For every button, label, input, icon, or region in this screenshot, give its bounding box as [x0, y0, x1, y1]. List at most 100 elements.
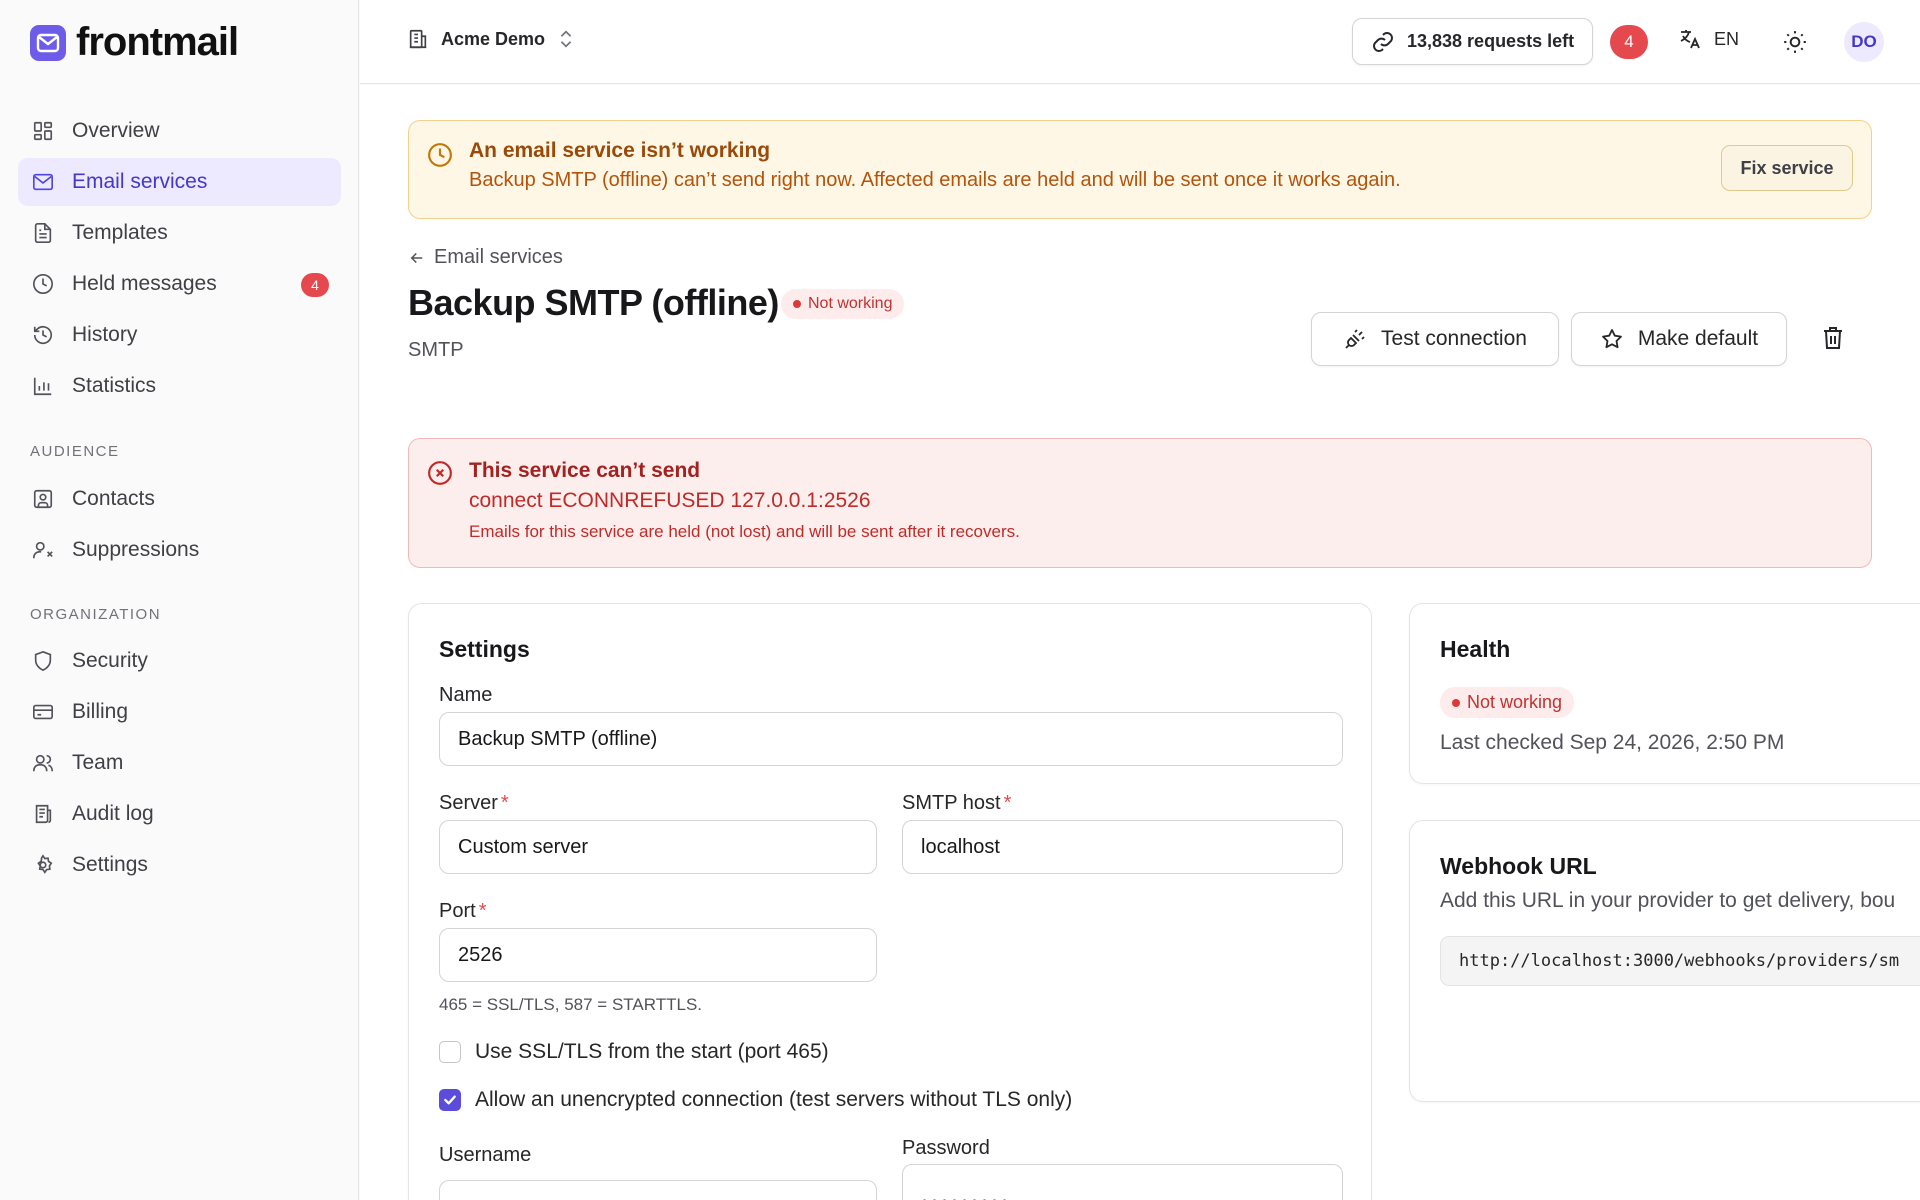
sidebar-item-email-services[interactable]: Email services — [18, 158, 341, 206]
name-input[interactable]: Backup SMTP (offline) — [439, 712, 1343, 766]
password-input[interactable]: ••••••••• — [902, 1164, 1343, 1200]
sidebar-item-label: Email services — [72, 170, 208, 193]
avatar[interactable]: DO — [1844, 22, 1884, 62]
server-select[interactable]: Custom server — [439, 820, 877, 874]
settings-title: Settings — [439, 636, 530, 662]
sidebar-item-suppressions[interactable]: Suppressions — [18, 526, 341, 574]
language-code: EN — [1714, 28, 1740, 49]
health-title: Health — [1440, 636, 1511, 662]
required-mark: * — [500, 792, 509, 814]
warning-title: An email service isn’t working — [469, 139, 771, 162]
server-label: Server * — [439, 792, 509, 815]
port-label-text: Port — [439, 900, 476, 922]
sidebar-item-label: Overview — [72, 119, 160, 142]
ssl-checkbox[interactable]: Use SSL/TLS from the start (port 465) — [439, 1040, 829, 1064]
link-icon — [1371, 30, 1395, 54]
make-default-label: Make default — [1637, 327, 1759, 350]
bar-chart-icon — [30, 373, 56, 399]
trash-icon[interactable] — [1821, 325, 1845, 351]
audience-heading: AUDIENCE — [30, 443, 120, 460]
error-title: This service can’t send — [469, 459, 701, 482]
sidebar-item-label: Audit log — [72, 802, 154, 825]
error-banner: This service can’t send connect ECONNREF… — [408, 438, 1872, 568]
x-circle-icon — [427, 460, 453, 486]
smtp-host-input[interactable]: localhost — [902, 820, 1343, 874]
clock-icon — [30, 271, 56, 297]
sidebar-item-label: Templates — [72, 221, 168, 244]
sidebar-item-templates[interactable]: Templates — [18, 209, 341, 257]
sidebar-item-billing[interactable]: Billing — [18, 688, 341, 736]
fix-service-button[interactable]: Fix service — [1721, 145, 1853, 191]
history-icon — [30, 322, 56, 348]
required-mark: * — [1003, 792, 1012, 814]
sidebar-item-held-messages[interactable]: Held messages 4 — [18, 260, 341, 308]
sidebar-item-overview[interactable]: Overview — [18, 107, 341, 155]
workspace-switcher[interactable]: Acme Demo — [407, 28, 575, 50]
sidebar-item-label: Suppressions — [72, 538, 200, 561]
webhook-description: Add this URL in your provider to get del… — [1440, 889, 1896, 912]
error-note: Emails for this service are held (not lo… — [469, 522, 1020, 541]
health-card: Health Not working Last checked Sep 24, … — [1409, 603, 1920, 784]
logo-text: frontmail — [76, 20, 239, 64]
star-icon — [1600, 327, 1624, 351]
notifications-badge[interactable]: 4 — [1610, 25, 1648, 59]
gear-icon — [30, 852, 56, 878]
clock-warning-icon — [427, 142, 453, 168]
user-x-icon — [30, 537, 56, 563]
webhook-card: Webhook URL Add this URL in your provide… — [1409, 820, 1920, 1102]
password-value: ••••••••• — [921, 1192, 1011, 1200]
sidebar-item-team[interactable]: Team — [18, 739, 341, 787]
main-content: An email service isn’t working Backup SM… — [360, 85, 1920, 1200]
plug-icon — [1343, 327, 1367, 351]
sidebar-item-contacts[interactable]: Contacts — [18, 475, 341, 523]
port-label: Port * — [439, 900, 486, 923]
status-badge: Not working — [781, 289, 905, 319]
sidebar-item-label: Held messages — [72, 272, 217, 295]
test-connection-label: Test connection — [1381, 327, 1527, 350]
organization-nav: Security Billing Team Audit log Settings — [18, 637, 341, 892]
sidebar-item-label: Contacts — [72, 487, 155, 510]
required-mark: * — [478, 900, 487, 922]
language-switcher[interactable]: EN — [1678, 27, 1739, 51]
sidebar-item-statistics[interactable]: Statistics — [18, 362, 341, 410]
username-label: Username — [439, 1144, 532, 1166]
grid-icon — [30, 118, 56, 144]
status-dot — [1452, 698, 1460, 707]
sidebar-item-label: Statistics — [72, 374, 157, 397]
status-dot — [793, 300, 801, 308]
sidebar-item-settings[interactable]: Settings — [18, 841, 341, 889]
unencrypted-checkbox[interactable]: Allow an unencrypted connection (test se… — [439, 1088, 1072, 1112]
organization-heading: ORGANIZATION — [30, 606, 162, 623]
log-icon — [30, 801, 56, 827]
health-status-text: Not working — [1467, 692, 1563, 712]
back-link[interactable]: Email services — [408, 246, 563, 269]
credit-card-icon — [30, 699, 56, 725]
check-icon[interactable] — [439, 1089, 461, 1111]
mail-icon — [30, 169, 56, 195]
webhook-url-field[interactable]: http://localhost:3000/webhooks/providers… — [1440, 936, 1920, 986]
users-icon — [30, 750, 56, 776]
translate-icon — [1678, 27, 1702, 51]
port-hint: 465 = SSL/TLS, 587 = STARTTLS. — [439, 995, 703, 1014]
contact-icon — [30, 486, 56, 512]
requests-left-button[interactable]: 13,838 requests left — [1352, 18, 1594, 65]
file-text-icon — [30, 220, 56, 246]
make-default-button[interactable]: Make default — [1571, 312, 1787, 366]
ssl-checkbox-box[interactable] — [439, 1041, 461, 1063]
sidebar-item-audit-log[interactable]: Audit log — [18, 790, 341, 838]
sun-icon[interactable] — [1782, 29, 1808, 55]
sidebar-item-label: History — [72, 323, 138, 346]
port-value: 2526 — [458, 943, 503, 966]
sidebar-item-security[interactable]: Security — [18, 637, 341, 685]
test-connection-button[interactable]: Test connection — [1311, 312, 1559, 366]
password-label: Password — [902, 1137, 990, 1159]
logo[interactable]: frontmail — [30, 20, 239, 65]
username-input[interactable] — [439, 1180, 877, 1200]
port-input[interactable]: 2526 — [439, 928, 877, 982]
sidebar-item-label: Team — [72, 751, 124, 774]
shield-icon — [30, 648, 56, 674]
sidebar-item-history[interactable]: History — [18, 311, 341, 359]
logo-mail-icon — [30, 24, 66, 61]
top-bar: Acme Demo 13,838 requests left 4 EN DO — [360, 0, 1920, 84]
sidebar-item-label: Billing — [72, 700, 129, 723]
